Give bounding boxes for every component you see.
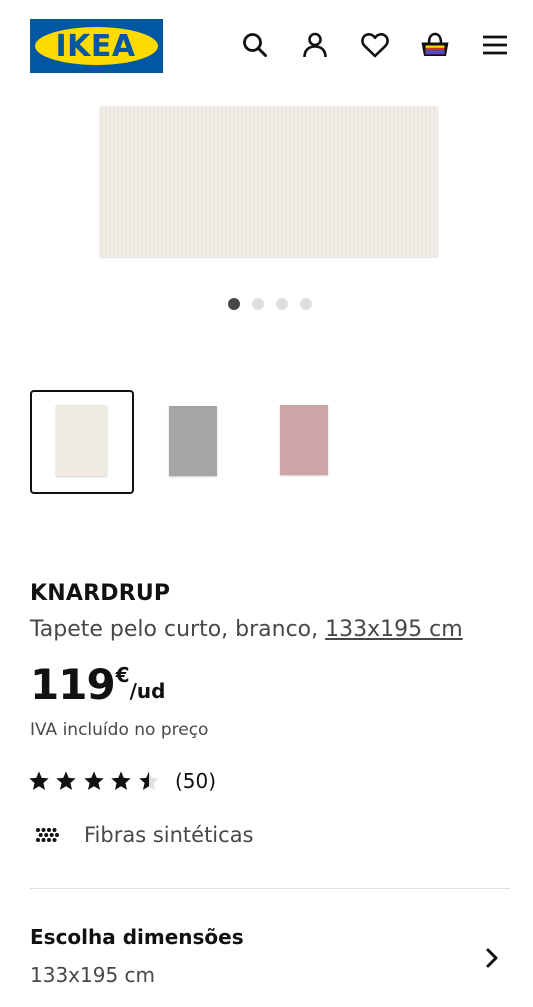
carousel-dot-1[interactable] [228,298,240,310]
rating-count: (50) [174,769,217,793]
logo-text: IKEA [55,28,136,64]
search-icon[interactable] [239,29,271,61]
dimensions-value: 133x195 cm [30,963,156,987]
account-icon[interactable] [299,29,331,61]
menu-icon[interactable] [479,29,511,61]
star-half-icon [138,771,159,790]
chevron-right-icon [479,945,505,971]
star-icon [111,771,131,790]
dimensions-title: Escolha dimensões [30,925,244,949]
price-currency: € [115,663,130,687]
rating[interactable]: (50) [28,768,216,794]
star-icon [84,771,104,790]
feature-row: Fibras sintéticas [34,822,254,848]
vat-note: IVA incluído no preço [30,720,209,740]
product-description-text: Tapete pelo curto, branco, [30,617,326,642]
product-main-image[interactable] [99,106,438,257]
product-name: KNARDRUP [30,581,171,606]
variant-image-pink [280,405,328,475]
feature-label: Fibras sintéticas [84,823,254,847]
carousel-dots [0,298,533,312]
basket-icon[interactable] [419,29,451,61]
synthetic-fibres-icon [36,828,59,842]
ikea-logo[interactable]: IKEA [30,19,163,73]
product-description: Tapete pelo curto, branco, 133x195 cm [30,617,463,642]
variant-thumbnail-white[interactable] [30,390,134,494]
variant-image-grey [169,406,217,476]
divider [30,888,510,889]
star-icon [29,771,49,790]
price-unit: /ud [129,679,166,703]
dimension-link[interactable]: 133x195 cm [325,617,463,642]
price-integer: 119 [30,660,116,709]
variant-image-white [56,405,107,476]
heart-icon[interactable] [359,29,391,61]
carousel-dot-2[interactable] [252,298,264,310]
choose-dimensions-button[interactable]: Escolha dimensões 133x195 cm [0,915,533,1007]
carousel-dot-4[interactable] [300,298,312,310]
carousel-dot-3[interactable] [276,298,288,310]
price: 119 € /ud [30,661,165,709]
variant-thumbnail-pink[interactable] [252,390,356,494]
star-icon [56,771,77,790]
variant-thumbnail-grey[interactable] [141,390,245,494]
header: IKEA [0,0,533,92]
